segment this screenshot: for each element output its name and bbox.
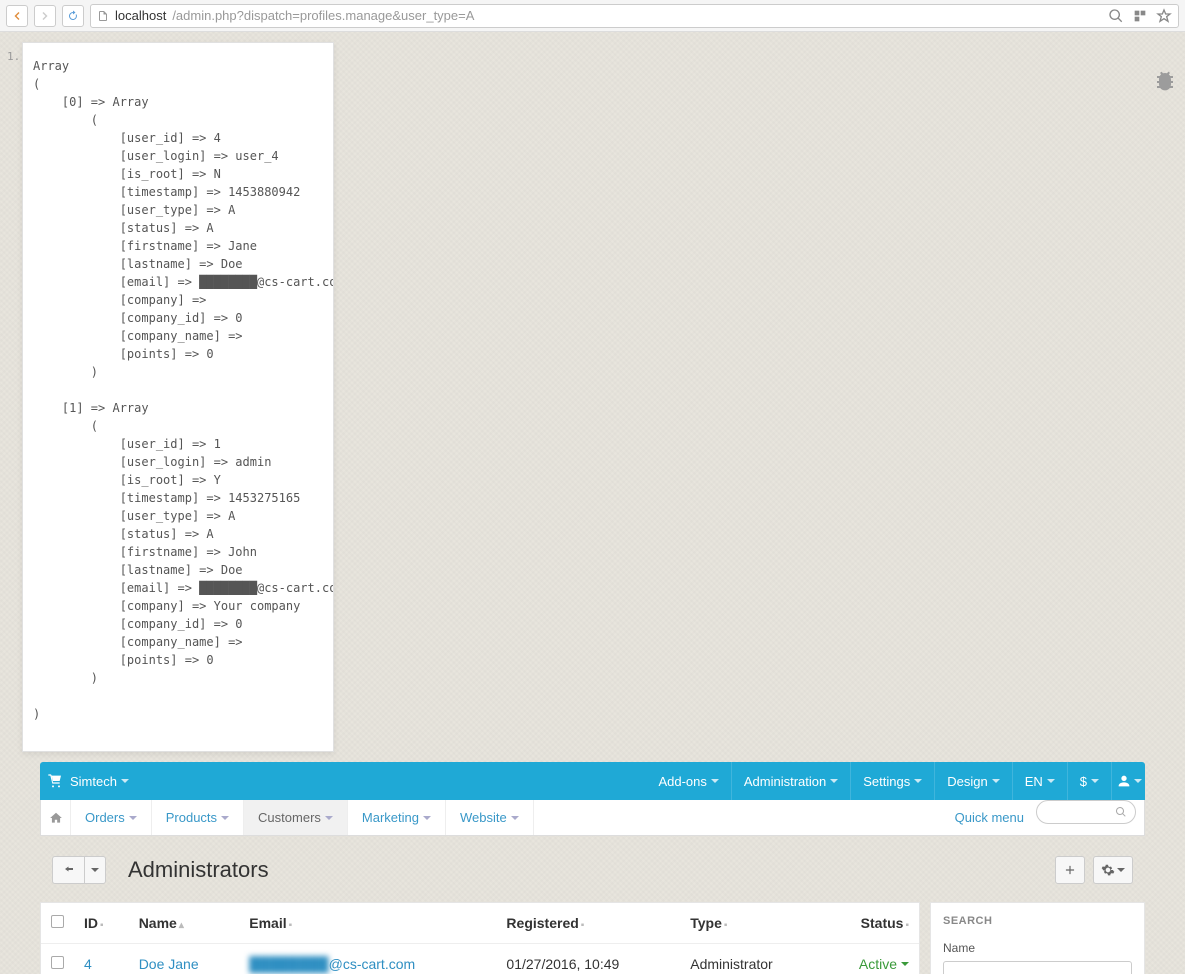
settings-split-button[interactable] <box>1093 856 1133 884</box>
row-status-dropdown[interactable]: Active <box>832 956 909 972</box>
menu-products[interactable]: Products <box>152 800 244 835</box>
back-dropdown-segment[interactable] <box>85 857 105 883</box>
url-bar[interactable]: localhost/admin.php?dispatch=profiles.ma… <box>90 4 1179 28</box>
url-path: /admin.php?dispatch=profiles.manage&user… <box>172 8 474 23</box>
topbar-link-settings[interactable]: Settings <box>850 762 934 800</box>
url-host: localhost <box>115 8 166 23</box>
users-table: ID▪ Name▴ Email▪ Registered▪ Type▪ Statu… <box>41 903 919 974</box>
search-heading: SEARCH <box>943 915 1132 927</box>
topbar-user-menu[interactable] <box>1111 762 1145 800</box>
back-split-button[interactable] <box>52 856 106 884</box>
back-segment[interactable] <box>53 857 85 883</box>
brand-label: Simtech <box>70 774 117 789</box>
search-name-label: Name <box>943 941 1132 955</box>
search-icon[interactable] <box>1108 8 1124 24</box>
add-button[interactable] <box>1055 856 1085 884</box>
reload-button[interactable] <box>62 5 84 27</box>
topbar-link-administration[interactable]: Administration <box>731 762 850 800</box>
back-button[interactable] <box>6 5 28 27</box>
row-registered: 01/27/2016, 10:49 <box>496 944 680 974</box>
admin-topbar: Simtech Add-ons Administration Settings … <box>40 762 1145 800</box>
select-all-checkbox[interactable] <box>51 915 64 928</box>
search-icon <box>1115 806 1127 818</box>
col-type[interactable]: Type▪ <box>680 903 822 944</box>
page-header: Administrators <box>40 844 1145 896</box>
home-icon[interactable] <box>41 800 71 835</box>
row-checkbox[interactable] <box>51 956 64 969</box>
menu-orders[interactable]: Orders <box>71 800 152 835</box>
admin-menubar: Orders Products Customers Marketing Webs… <box>40 800 1145 836</box>
menubar-search[interactable] <box>1036 800 1136 824</box>
gear-icon <box>1101 863 1115 877</box>
users-table-panel: ID▪ Name▴ Email▪ Registered▪ Type▪ Statu… <box>40 902 920 974</box>
row-id-link[interactable]: 4 <box>84 956 92 972</box>
cart-icon[interactable] <box>40 773 70 789</box>
row-name-link[interactable]: Doe Jane <box>139 956 199 972</box>
col-registered[interactable]: Registered▪ <box>496 903 680 944</box>
search-name-input[interactable] <box>943 961 1132 974</box>
quick-menu-link[interactable]: Quick menu <box>955 800 1036 835</box>
topbar-link-addons[interactable]: Add-ons <box>646 762 730 800</box>
forward-button[interactable] <box>34 5 56 27</box>
debug-dump-panel: 1. Array ( [0] => Array ( [user_id] => 4… <box>22 42 334 752</box>
topbar-link-lang[interactable]: EN <box>1012 762 1067 800</box>
url-bar-icons <box>1108 8 1172 24</box>
browser-chrome: localhost/admin.php?dispatch=profiles.ma… <box>0 0 1185 32</box>
menu-customers[interactable]: Customers <box>244 800 348 835</box>
extension-icon[interactable] <box>1132 8 1148 24</box>
plus-icon <box>1063 863 1077 877</box>
page-body: 1. Array ( [0] => Array ( [user_id] => 4… <box>0 32 1185 974</box>
row-email-link[interactable]: ████████@cs-cart.com <box>249 956 415 972</box>
menu-marketing[interactable]: Marketing <box>348 800 446 835</box>
topbar-link-design[interactable]: Design <box>934 762 1011 800</box>
table-row: 4 Doe Jane ████████@cs-cart.com 01/27/20… <box>41 944 919 974</box>
search-panel: SEARCH Name <box>930 902 1145 974</box>
col-name[interactable]: Name▴ <box>129 903 240 944</box>
topbar-link-currency[interactable]: $ <box>1067 762 1111 800</box>
col-status[interactable]: Status▪ <box>822 903 919 944</box>
star-icon[interactable] <box>1156 8 1172 24</box>
menu-website[interactable]: Website <box>446 800 534 835</box>
row-type: Administrator <box>680 944 822 974</box>
col-id[interactable]: ID▪ <box>74 903 129 944</box>
brand-dropdown[interactable]: Simtech <box>70 774 139 789</box>
col-email[interactable]: Email▪ <box>239 903 496 944</box>
dump-line-number: 1. <box>7 51 20 62</box>
page-title: Administrators <box>128 857 1055 883</box>
bug-icon[interactable] <box>1153 68 1177 92</box>
debug-dump-text: Array ( [0] => Array ( [user_id] => 4 [u… <box>23 43 333 751</box>
